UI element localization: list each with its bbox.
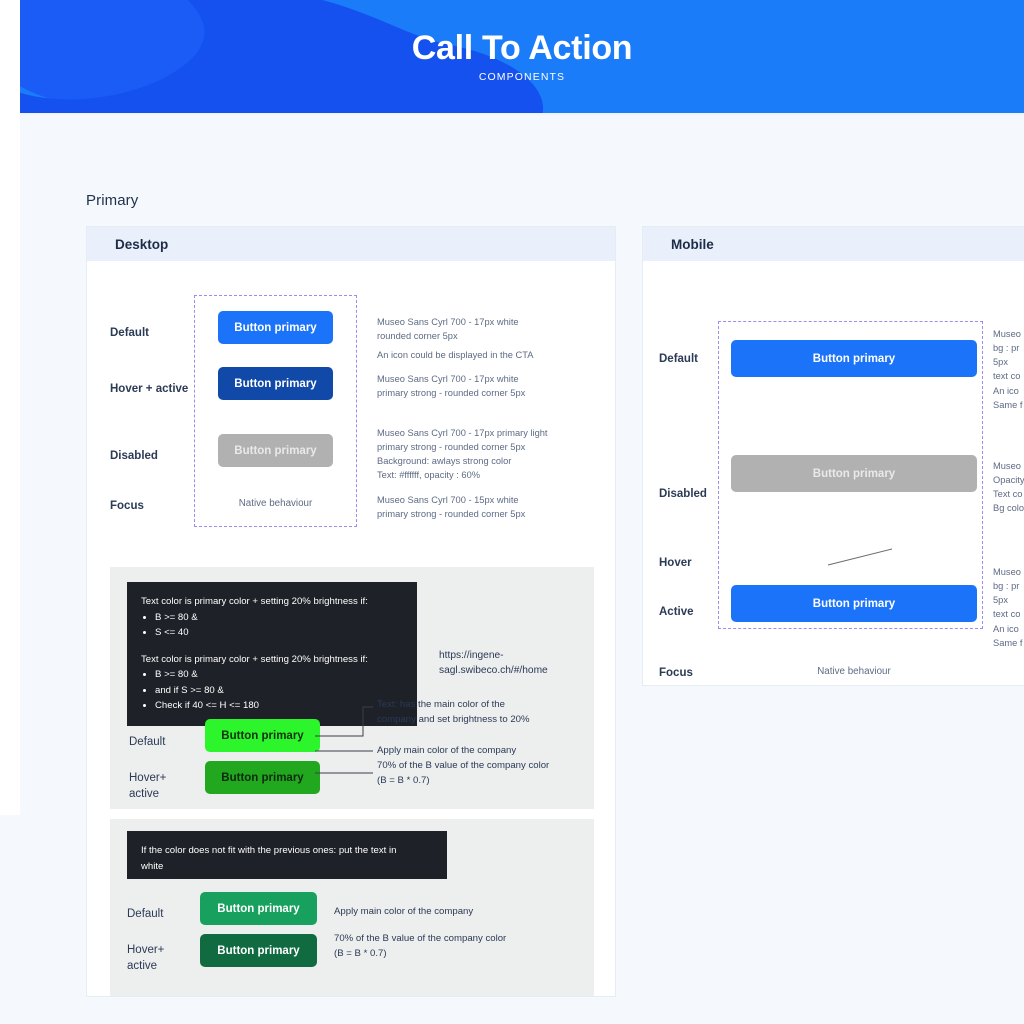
left-gutter [0,0,20,815]
rule1-item-0: B >= 80 & [155,610,403,626]
white-text-note: If the color does not fit with the previ… [127,831,447,879]
desktop-button-hover-active[interactable]: Button primary [218,367,333,400]
section-label-primary: Primary [86,192,139,209]
desktop-state-label-disabled: Disabled [110,450,158,462]
mobile-state-label-hover: Hover [659,557,692,569]
white-button-hover-active[interactable]: Button primary [200,934,317,967]
page-title: Call To Action [411,28,633,67]
green-state-label-hover-active: Hover+ active [129,772,167,800]
mobile-state-label-focus: Focus [659,667,693,679]
white-state-label-default: Default [127,908,164,920]
mobile-spec-default: Museo bg : pr 5px text co An ico Same f [993,329,1023,410]
banner-shadow [20,113,1024,116]
rule2-item-0: B >= 80 & [155,667,403,683]
panel-desktop-header: Desktop [87,227,615,261]
rule2-item-1: and if S >= 80 & [155,683,403,699]
green-button-default[interactable]: Button primary [205,719,320,752]
desktop-button-disabled[interactable]: Button primary [218,434,333,467]
reference-url[interactable]: https://ingene- sagl.swibeco.ch/#/home [439,648,589,679]
panel-mobile-header: Mobile [643,227,1024,261]
mobile-spec-disabled: Museo Opacity Text co Bg colo [993,461,1024,514]
desktop-spec-default: Museo Sans Cyrl 700 - 17px white rounded… [377,317,519,342]
desktop-spec-default-icon: An icon could be displayed in the CTA [377,350,534,360]
rule2-title: Text color is primary color + setting 20… [141,653,368,665]
panel-mobile: Mobile Default Button primary Museo bg :… [642,226,1024,686]
mobile-focus-native-behaviour: Native behaviour [817,666,891,677]
panel-desktop-title: Desktop [115,236,169,252]
mobile-hover-diagonal-line [827,548,893,566]
white-button-default[interactable]: Button primary [200,892,317,925]
note-spacer [141,641,403,652]
green-button-hover-active[interactable]: Button primary [205,761,320,794]
desktop-spec-focus: Museo Sans Cyrl 700 - 15px white primary… [377,495,526,520]
desktop-button-default[interactable]: Button primary [218,311,333,344]
green-annotation-b-value: 70% of the B value of the company color … [377,760,550,786]
page-subtitle: COMPONENTS [478,70,566,83]
mobile-button-active[interactable]: Button primary [731,585,977,622]
panel-mobile-title: Mobile [671,236,714,252]
desktop-state-label-focus: Focus [110,500,144,512]
desktop-state-label-default: Default [110,327,149,339]
desktop-spec-hover-active: Museo Sans Cyrl 700 - 17px white primary… [377,374,526,399]
rule1-title: Text color is primary color + setting 20… [141,596,368,607]
green-state-label-default: Default [129,736,166,748]
white-state-label-hover-active: Hover+ active [127,944,165,972]
green-annotation-text-color: Text: has the main color of the company … [377,699,530,725]
page-header-banner: Call To Action COMPONENTS [20,0,1024,113]
rule1-item-1: S <= 40 [155,625,403,641]
desktop-spec-disabled: Museo Sans Cyrl 700 - 17px primary light… [377,428,548,481]
white-annotation-apply-main-color: Apply main color of the company [334,906,474,917]
mobile-state-label-disabled: Disabled [659,488,707,500]
green-hover-leader-line [315,772,373,774]
mobile-button-disabled[interactable]: Button primary [731,455,977,492]
mobile-state-label-active: Active [659,606,694,618]
desktop-focus-native-behaviour: Native behaviour [238,498,313,509]
mobile-spec-active: Museo bg : pr 5px text co An ico Same f [993,567,1023,648]
mobile-button-default[interactable]: Button primary [731,340,977,377]
green-annotation-apply-main-color: Apply main color of the company [377,745,517,756]
desktop-state-label-hover-active: Hover + active [110,383,189,395]
white-annotation-b-value: 70% of the B value of the company color … [334,933,507,959]
mobile-state-label-default: Default [659,353,698,365]
page-root: Call To Action COMPONENTS Primary Deskto… [0,0,1024,1024]
rule1-list: B >= 80 & S <= 40 [155,610,403,641]
banner-text-group: Call To Action COMPONENTS [20,0,1024,113]
panel-desktop: Desktop Default Button primary Museo San… [86,226,616,997]
